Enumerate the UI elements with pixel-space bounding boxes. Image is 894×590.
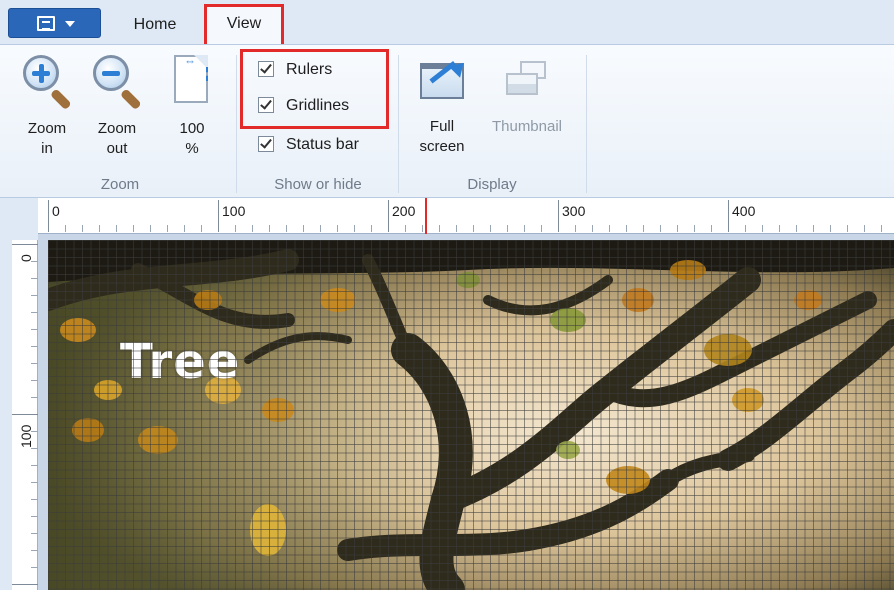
zoom-group-label: Zoom: [100, 176, 140, 193]
group-divider: [586, 55, 587, 193]
tab-view[interactable]: View: [204, 4, 284, 44]
ribbon-panel: Zoom in Zoom out ⇔ 100 % Zoom Rulers Gri…: [0, 44, 894, 198]
ruler-label-300: 300: [562, 203, 586, 219]
ribbon-tab-strip: Home View: [0, 0, 894, 44]
actual-size-label-line1: 100: [179, 120, 205, 137]
ruler-label-0: 0: [52, 203, 60, 219]
show-or-hide-group-label: Show or hide: [274, 176, 362, 193]
zoom-in-label-line1: Zoom: [27, 120, 67, 137]
ruler-label-100: 100: [222, 203, 246, 219]
thumbnail-icon: [502, 57, 552, 103]
image-canvas-area[interactable]: Tree: [38, 234, 894, 590]
zoom-in-icon: [21, 53, 73, 111]
zoom-out-label-line1: Zoom: [97, 120, 137, 137]
actual-size-label-line2: %: [185, 140, 199, 157]
ruler-label-200: 200: [392, 203, 416, 219]
group-divider: [236, 55, 237, 193]
full-screen-icon: [417, 57, 470, 103]
full-screen-button[interactable]: Full screen: [412, 57, 472, 157]
display-group-label: Display: [467, 176, 517, 193]
ruler-label-400: 400: [732, 203, 756, 219]
zoom-out-label-line2: out: [106, 140, 128, 157]
image-text-tree: Tree: [120, 334, 241, 390]
checkbox-checked-icon: [258, 97, 274, 113]
group-divider: [398, 55, 399, 193]
full-screen-label-line1: Full: [429, 118, 455, 135]
app-menu-button[interactable]: [8, 8, 101, 38]
horizontal-ruler[interactable]: 0 100 200 300 400: [0, 198, 894, 234]
gridlines-label: Gridlines: [286, 97, 350, 114]
vertical-ruler[interactable]: 0 100 200: [0, 234, 38, 590]
tree-photo: Tree: [48, 240, 894, 590]
full-screen-label-line2: screen: [419, 138, 465, 155]
thumbnail-label: Thumbnail: [491, 118, 563, 135]
zoom-in-label-line2: in: [41, 140, 53, 157]
document-icon: [37, 16, 55, 31]
checkbox-checked-icon: [258, 136, 274, 152]
zoom-in-button[interactable]: Zoom in: [18, 53, 76, 159]
status-bar-checkbox[interactable]: Status bar: [258, 134, 359, 156]
checkbox-checked-icon: [258, 61, 274, 77]
zoom-out-button[interactable]: Zoom out: [88, 53, 146, 159]
page-actual-size-icon: ⇔: [170, 53, 214, 111]
actual-size-button[interactable]: ⇔ 100 %: [168, 53, 216, 159]
rulers-label: Rulers: [286, 61, 333, 78]
gridlines-checkbox[interactable]: Gridlines: [258, 95, 349, 117]
status-bar-label: Status bar: [286, 136, 359, 153]
cursor-position-marker: [425, 198, 427, 234]
thumbnail-button[interactable]: Thumbnail: [478, 57, 576, 137]
dropdown-arrow-icon: [65, 21, 75, 27]
zoom-out-icon: [91, 53, 143, 111]
rulers-checkbox[interactable]: Rulers: [258, 59, 332, 81]
tab-home[interactable]: Home: [122, 8, 188, 44]
vruler-label-100: 100: [18, 424, 34, 448]
